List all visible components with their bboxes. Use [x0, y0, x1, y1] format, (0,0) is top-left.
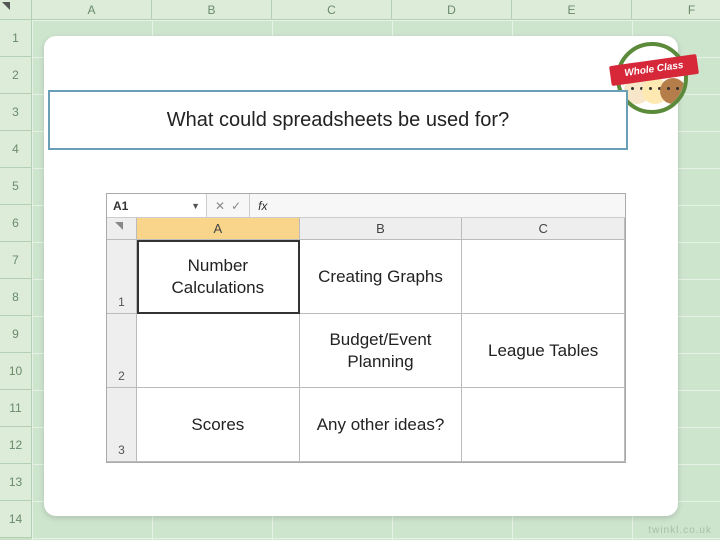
bg-col-E: E [512, 0, 632, 20]
bg-row-12: 12 [0, 427, 32, 464]
prompt-text: What could spreadsheets be used for? [167, 109, 509, 132]
watermark: twinkl.co.uk [648, 525, 712, 536]
bg-col-A: A [32, 0, 152, 20]
dropdown-icon: ▼ [191, 201, 200, 211]
bg-row-5: 5 [0, 168, 32, 205]
formula-bar-row: A1 ▼ ✕ ✓ fx [107, 194, 625, 218]
child-face-icon [660, 78, 686, 104]
bg-row-9: 9 [0, 316, 32, 353]
bg-column-headers: A B C D E F [32, 0, 720, 20]
bg-row-4: 4 [0, 131, 32, 168]
row-header-1[interactable]: 1 [107, 240, 136, 314]
col-header-A[interactable]: A [137, 218, 300, 239]
bg-col-B: B [152, 0, 272, 20]
whole-class-badge: Whole Class [616, 42, 696, 122]
bg-row-6: 6 [0, 205, 32, 242]
bg-row-11: 11 [0, 390, 32, 427]
cell-B1[interactable]: Creating Graphs [300, 240, 463, 314]
cell-C2[interactable]: League Tables [462, 314, 625, 388]
example-spreadsheet: A1 ▼ ✕ ✓ fx A B C 1 2 3 Number Calculati… [106, 193, 626, 463]
bg-corner [0, 0, 32, 20]
select-all-triangle-icon [115, 222, 123, 230]
name-box-value: A1 [113, 199, 128, 213]
bg-row-2: 2 [0, 57, 32, 94]
bg-row-13: 13 [0, 464, 32, 501]
row-header-3[interactable]: 3 [107, 388, 136, 462]
bg-row-7: 7 [0, 242, 32, 279]
cell-A2[interactable] [137, 314, 300, 388]
bg-row-headers: 1 2 3 4 5 6 7 8 9 10 11 12 13 14 [0, 20, 32, 538]
inner-column-headers: A B C [107, 218, 625, 240]
cell-A3[interactable]: Scores [137, 388, 300, 462]
cancel-icon[interactable]: ✕ [215, 199, 225, 213]
inner-sheet-body: 1 2 3 Number Calculations Creating Graph… [107, 240, 625, 462]
cell-B3[interactable]: Any other ideas? [300, 388, 463, 462]
select-all-corner[interactable] [107, 218, 137, 239]
bg-row-10: 10 [0, 353, 32, 390]
bg-row-3: 3 [0, 94, 32, 131]
bg-col-F: F [632, 0, 720, 20]
bg-col-C: C [272, 0, 392, 20]
row-header-2[interactable]: 2 [107, 314, 136, 388]
name-box[interactable]: A1 ▼ [107, 194, 207, 217]
cell-A1[interactable]: Number Calculations [137, 240, 300, 314]
select-all-triangle-icon [2, 2, 10, 10]
inner-cells: Number Calculations Creating Graphs Budg… [137, 240, 625, 462]
fx-controls: ✕ ✓ [207, 194, 250, 217]
bg-col-D: D [392, 0, 512, 20]
cell-C1[interactable] [462, 240, 625, 314]
fx-label-icon[interactable]: fx [250, 199, 275, 213]
prompt-box: What could spreadsheets be used for? [48, 90, 628, 150]
bg-row-14: 14 [0, 501, 32, 538]
bg-row-8: 8 [0, 279, 32, 316]
cell-B2[interactable]: Budget/Event Planning [300, 314, 463, 388]
col-header-C[interactable]: C [462, 218, 625, 239]
col-header-B[interactable]: B [300, 218, 463, 239]
accept-icon[interactable]: ✓ [231, 199, 241, 213]
inner-row-headers: 1 2 3 [107, 240, 137, 462]
bg-row-1: 1 [0, 20, 32, 57]
cell-C3[interactable] [462, 388, 625, 462]
